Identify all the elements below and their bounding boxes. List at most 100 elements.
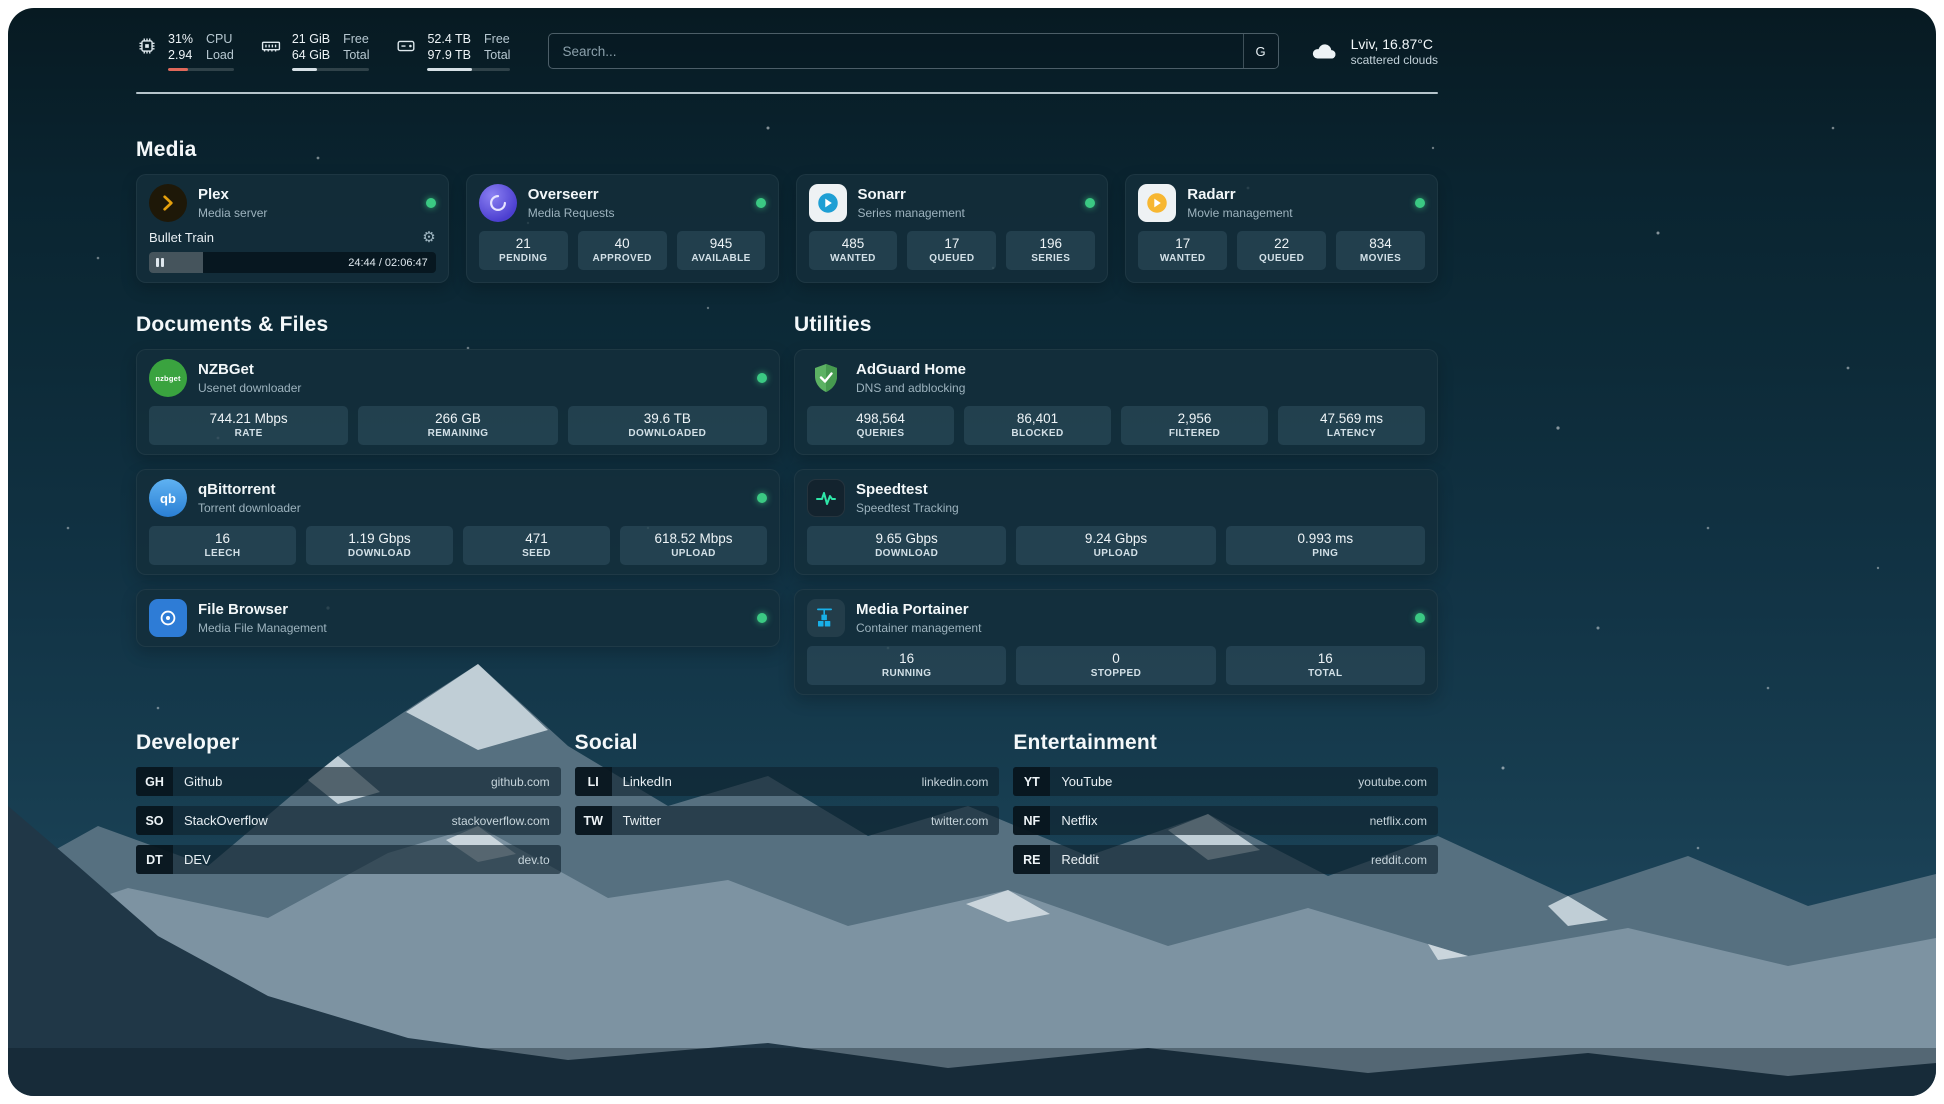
app-subtitle: Container management <box>856 621 981 635</box>
stat-label: TOTAL <box>1229 668 1422 679</box>
portainer-icon <box>807 599 845 637</box>
sonarr-icon <box>809 184 847 222</box>
stat-tile: 16 TOTAL <box>1226 646 1425 685</box>
stat-tile: 2,956 FILTERED <box>1121 406 1268 445</box>
stat-label: AVAILABLE <box>680 253 763 264</box>
stat-tile: 21 PENDING <box>479 231 568 270</box>
app-name: Radarr <box>1187 186 1292 204</box>
bookmark-name: LinkedIn <box>623 774 672 789</box>
stat-label: UPLOAD <box>1019 548 1212 559</box>
settings-gear-icon[interactable]: ⚙ <box>422 230 435 245</box>
memory-stat: 21 GiB 64 GiB Free Total <box>260 31 370 71</box>
app-name: AdGuard Home <box>856 361 966 379</box>
stat-label: LEECH <box>152 548 293 559</box>
search-engine-button[interactable]: G <box>1243 34 1278 68</box>
section-title-media: Media <box>136 138 1438 162</box>
bookmark-url: twitter.com <box>931 814 999 828</box>
bookmark-name: Reddit <box>1061 852 1099 867</box>
bookmark-netflix[interactable]: NF Netflix netflix.com <box>1013 806 1438 835</box>
status-dot <box>757 493 767 503</box>
stat-tile: 618.52 Mbps UPLOAD <box>620 526 767 565</box>
stat-value: 196 <box>1009 236 1092 251</box>
bookmark-github[interactable]: GH Github github.com <box>136 767 561 796</box>
status-dot <box>1415 198 1425 208</box>
status-dot <box>426 198 436 208</box>
stat-tile: 266 GB REMAINING <box>358 406 557 445</box>
stat-value: 498,564 <box>810 411 951 426</box>
stat-label: WANTED <box>1141 253 1224 264</box>
bookmark-youtube[interactable]: YT YouTube youtube.com <box>1013 767 1438 796</box>
now-playing-title: Bullet Train <box>149 230 214 245</box>
bookmark-linkedin[interactable]: LI LinkedIn linkedin.com <box>575 767 1000 796</box>
app-subtitle: Movie management <box>1187 206 1292 220</box>
app-name: qBittorrent <box>198 481 301 499</box>
qbittorrent-card[interactable]: qb qBittorrent Torrent downloader 16 <box>136 469 780 575</box>
bookmark-abbr: RE <box>1013 845 1050 874</box>
section-title-documents: Documents & Files <box>136 313 780 337</box>
storage-stat: 52.4 TB 97.9 TB Free Total <box>395 31 510 71</box>
stat-value: 17 <box>910 236 993 251</box>
radarr-icon <box>1138 184 1176 222</box>
stat-value: 834 <box>1339 236 1422 251</box>
sonarr-card[interactable]: Sonarr Series management 485 WANTED 17 Q… <box>796 174 1109 283</box>
nzbget-card[interactable]: nzbget NZBGet Usenet downloader 744.21 M… <box>136 349 780 455</box>
bookmark-url: github.com <box>491 775 561 789</box>
bookmark-abbr: DT <box>136 845 173 874</box>
stat-value: 618.52 Mbps <box>623 531 764 546</box>
playback-time: 24:44 / 02:06:47 <box>348 257 436 269</box>
storage-icon <box>395 35 417 57</box>
stat-tile: 9.24 Gbps UPLOAD <box>1016 526 1215 565</box>
stat-tile: 17 WANTED <box>1138 231 1227 270</box>
app-subtitle: Torrent downloader <box>198 501 301 515</box>
stat-tile: 0.993 ms PING <box>1226 526 1425 565</box>
filebrowser-icon <box>149 599 187 637</box>
stat-tile: 945 AVAILABLE <box>677 231 766 270</box>
stat-value: 485 <box>812 236 895 251</box>
app-subtitle: Usenet downloader <box>198 381 301 395</box>
filebrowser-card[interactable]: File Browser Media File Management <box>136 589 780 647</box>
radarr-card[interactable]: Radarr Movie management 17 WANTED 22 QUE… <box>1125 174 1438 283</box>
memory-label-bottom: Total <box>343 47 369 63</box>
bookmark-name: Netflix <box>1061 813 1097 828</box>
stat-tile: 47.569 ms LATENCY <box>1278 406 1425 445</box>
stat-value: 16 <box>152 531 293 546</box>
stat-label: QUERIES <box>810 428 951 439</box>
bookmark-group-entertainment: Entertainment YT YouTube youtube.com NF … <box>1013 731 1438 884</box>
app-subtitle: Series management <box>858 206 965 220</box>
adguard-card[interactable]: AdGuard Home DNS and adblocking 498,564 … <box>794 349 1438 455</box>
playback-progress-bar[interactable]: 24:44 / 02:06:47 <box>149 252 436 273</box>
section-title-utilities: Utilities <box>794 313 1438 337</box>
stat-value: 47.569 ms <box>1281 411 1422 426</box>
bookmark-stackoverflow[interactable]: SO StackOverflow stackoverflow.com <box>136 806 561 835</box>
app-name: Media Portainer <box>856 601 981 619</box>
stat-tile: 40 APPROVED <box>578 231 667 270</box>
cloud-icon <box>1309 39 1339 63</box>
bookmark-twitter[interactable]: TW Twitter twitter.com <box>575 806 1000 835</box>
cpu-progress-bar <box>168 68 234 71</box>
app-subtitle: Media File Management <box>198 621 327 635</box>
bookmark-url: dev.to <box>518 853 561 867</box>
section-title-developer: Developer <box>136 731 561 755</box>
search-input[interactable] <box>549 44 1242 59</box>
stat-tile: 744.21 Mbps RATE <box>149 406 348 445</box>
bookmark-reddit[interactable]: RE Reddit reddit.com <box>1013 845 1438 874</box>
bookmark-dev[interactable]: DT DEV dev.to <box>136 845 561 874</box>
qbittorrent-icon-text: qb <box>160 491 176 506</box>
stat-tile: 0 STOPPED <box>1016 646 1215 685</box>
storage-progress-bar <box>427 68 510 71</box>
speedtest-card[interactable]: Speedtest Speedtest Tracking 9.65 Gbps D… <box>794 469 1438 575</box>
overseerr-card[interactable]: Overseerr Media Requests 21 PENDING 40 A… <box>466 174 779 283</box>
weather-location: Lviv, 16.87°C <box>1351 35 1438 53</box>
stat-value: 9.65 Gbps <box>810 531 1003 546</box>
stat-label: DOWNLOADED <box>571 428 764 439</box>
pause-icon[interactable] <box>156 258 164 267</box>
weather-widget[interactable]: Lviv, 16.87°C scattered clouds <box>1309 35 1438 67</box>
plex-card[interactable]: Plex Media server Bullet Train ⚙ 24:44 /… <box>136 174 449 283</box>
app-name: Sonarr <box>858 186 965 204</box>
status-dot <box>1085 198 1095 208</box>
stat-tile: 9.65 Gbps DOWNLOAD <box>807 526 1006 565</box>
portainer-card[interactable]: Media Portainer Container management 16 … <box>794 589 1438 695</box>
qbittorrent-icon: qb <box>149 479 187 517</box>
stat-label: WANTED <box>812 253 895 264</box>
bookmark-name: DEV <box>184 852 211 867</box>
